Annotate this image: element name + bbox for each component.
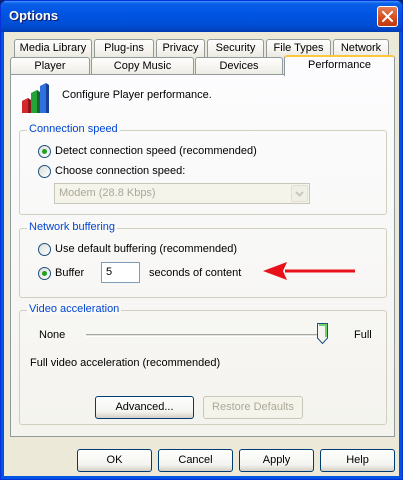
tab-performance[interactable]: Performance <box>284 55 395 76</box>
detect-speed-label: Detect connection speed (recommended) <box>55 145 257 157</box>
acceleration-slider-track[interactable] <box>86 334 322 337</box>
buffer-radio[interactable] <box>38 266 51 280</box>
window-title: Options <box>9 8 59 23</box>
advanced-button[interactable]: Advanced... <box>95 396 194 419</box>
performance-panel: Configure Player performance. Connection… <box>10 74 395 437</box>
connection-speed-group: Connection speed Detect connection speed… <box>19 123 387 215</box>
default-buffering-label: Use default buffering (recommended) <box>55 243 238 255</box>
ok-button[interactable]: OK <box>77 449 152 472</box>
buffer-option[interactable]: Buffer <box>38 266 84 280</box>
buffer-label: Buffer <box>55 267 85 279</box>
title-bar[interactable]: Options <box>1 1 402 32</box>
tab-privacy[interactable]: Privacy <box>156 39 205 58</box>
default-buffering-option[interactable]: Use default buffering (recommended) <box>38 242 237 256</box>
panel-header-text: Configure Player performance. <box>62 89 212 101</box>
tab-security[interactable]: Security <box>207 39 264 58</box>
video-acceleration-label: Video acceleration <box>27 303 122 315</box>
close-icon <box>382 11 393 22</box>
chevron-down-icon <box>295 191 304 197</box>
options-window: Options Media Library Plug-ins Privacy S… <box>0 0 403 480</box>
choose-speed-label: Choose connection speed: <box>55 165 186 177</box>
speed-select[interactable]: Modem (28.8 Kbps) <box>54 183 310 204</box>
choose-speed-option[interactable]: Choose connection speed: <box>38 164 185 178</box>
network-buffering-label: Network buffering <box>27 221 118 233</box>
help-button[interactable]: Help <box>320 449 395 472</box>
tab-media-library[interactable]: Media Library <box>14 39 92 58</box>
close-button[interactable] <box>377 6 398 27</box>
speed-select-arrow[interactable] <box>291 185 308 202</box>
connection-speed-label: Connection speed <box>27 123 120 135</box>
detect-speed-option[interactable]: Detect connection speed (recommended) <box>38 144 257 158</box>
video-acceleration-group: Video acceleration None Full Full video … <box>19 303 387 425</box>
buffer-suffix-label: seconds of content <box>149 267 242 279</box>
red-arrow-annotation <box>263 262 355 280</box>
performance-chart-icon <box>22 83 49 113</box>
apply-button[interactable]: Apply <box>239 449 314 472</box>
default-buffering-radio[interactable] <box>38 242 51 256</box>
cancel-button[interactable]: Cancel <box>158 449 233 472</box>
choose-speed-radio[interactable] <box>38 164 51 178</box>
acceleration-status-text: Full video acceleration (recommended) <box>30 357 221 369</box>
buffer-seconds-input[interactable]: 5 <box>101 262 140 283</box>
acceleration-slider-thumb[interactable] <box>317 323 328 344</box>
restore-defaults-button[interactable]: Restore Defaults <box>203 396 303 419</box>
speed-select-value: Modem (28.8 Kbps) <box>59 187 156 199</box>
detect-speed-radio[interactable] <box>38 144 51 158</box>
acceleration-min-label: None <box>39 329 66 341</box>
acceleration-max-label: Full <box>354 329 372 341</box>
tab-plug-ins[interactable]: Plug-ins <box>94 39 154 58</box>
